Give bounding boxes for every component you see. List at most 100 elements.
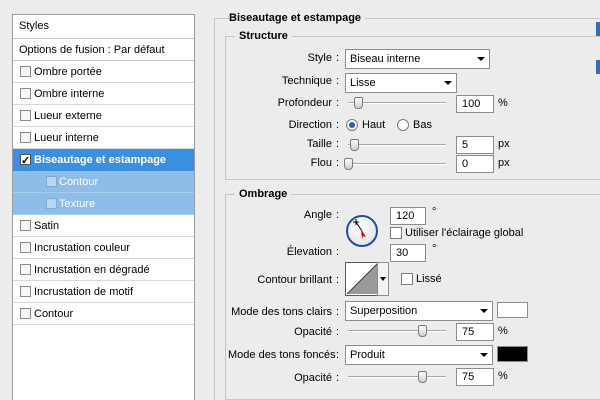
slider-thumb[interactable]	[417, 325, 427, 337]
flou-input[interactable]: 0	[456, 155, 494, 173]
contour-curve-icon	[346, 263, 378, 295]
style-item[interactable]: Ombre interne	[13, 83, 194, 105]
style-item[interactable]: Satin	[13, 215, 194, 237]
taille-label: Taille	[306, 138, 332, 150]
style-item-checkbox[interactable]	[20, 110, 31, 121]
style-item-checkbox[interactable]	[20, 88, 31, 99]
label-colon: :	[336, 306, 340, 318]
highlight-opacity-slider[interactable]	[348, 325, 446, 337]
main-group-border-left	[214, 18, 215, 400]
gloss-contour-preview[interactable]	[345, 262, 379, 296]
angle-input[interactable]: 120	[390, 207, 426, 225]
direction-bas-radio[interactable]	[397, 119, 409, 131]
style-item-checkbox[interactable]	[20, 286, 31, 297]
highlight-mode-select[interactable]: Superposition	[345, 301, 493, 321]
style-item-checkbox[interactable]	[20, 264, 31, 275]
style-item-label: Ombre interne	[34, 88, 105, 100]
slider-thumb[interactable]	[417, 371, 427, 383]
slider-thumb[interactable]	[353, 97, 363, 109]
style-item[interactable]: Contour	[13, 303, 194, 325]
gloss-contour-label: Contour brillant	[257, 274, 332, 286]
shadow-opacity-label: Opacité	[294, 372, 332, 384]
blending-options-item[interactable]: Options de fusion : Par défaut	[13, 39, 194, 61]
style-item-checkbox[interactable]	[20, 242, 31, 253]
style-item-checkbox[interactable]	[20, 66, 31, 77]
label-colon: :	[336, 349, 340, 361]
label-colon: :	[336, 52, 340, 64]
direction-haut-radio[interactable]	[346, 119, 358, 131]
highlight-opacity-unit: %	[498, 325, 508, 337]
technique-select-value: Lisse	[350, 77, 376, 89]
style-item-label: Texture	[59, 198, 96, 210]
elevation-input[interactable]: 30	[390, 244, 426, 262]
style-item-label: Incrustation de motif	[34, 286, 134, 298]
label-colon: :	[336, 372, 340, 384]
direction-label: Direction	[288, 119, 332, 131]
style-item-label: Biseautage et estampage	[34, 154, 167, 166]
direction-bas-label: Bas	[413, 119, 432, 131]
highlight-mode-value: Superposition	[350, 305, 418, 317]
slider-track	[348, 144, 446, 146]
style-item-checkbox[interactable]	[20, 132, 31, 143]
label-colon: :	[336, 326, 340, 338]
taille-input[interactable]: 5	[456, 136, 494, 154]
style-item[interactable]: Biseautage et estampage	[13, 149, 194, 172]
style-item-checkbox[interactable]	[46, 198, 57, 209]
style-item-checkbox[interactable]	[20, 220, 31, 231]
label-colon: :	[336, 274, 340, 286]
chevron-down-icon	[480, 309, 488, 313]
flou-slider[interactable]	[344, 158, 446, 170]
shadow-opacity-unit: %	[498, 370, 508, 382]
slider-thumb[interactable]	[344, 158, 353, 170]
style-item[interactable]: Lueur interne	[13, 127, 194, 149]
styles-header[interactable]: Styles	[13, 15, 194, 39]
ombrage-title: Ombrage	[235, 188, 292, 200]
style-select-value: Biseau interne	[350, 53, 421, 65]
style-item-label: Incrustation en dégradé	[34, 264, 150, 276]
gloss-contour-dropdown[interactable]	[377, 262, 389, 296]
shadow-opacity-slider[interactable]	[348, 371, 446, 383]
taille-unit: px	[498, 138, 510, 150]
lisse-checkbox[interactable]	[401, 273, 413, 285]
label-colon: :	[336, 138, 340, 150]
angle-unit: °	[432, 206, 437, 218]
shadow-mode-select[interactable]: Produit	[345, 345, 493, 365]
style-item[interactable]: Texture	[13, 193, 194, 215]
slider-thumb[interactable]	[349, 139, 359, 151]
angle-label: Angle	[303, 209, 332, 221]
window-edge-accent	[596, 22, 600, 36]
highlight-color-swatch[interactable]	[497, 302, 528, 318]
style-item-checkbox[interactable]	[20, 308, 31, 319]
label-colon: :	[336, 246, 340, 258]
shadow-mode-label: Mode des tons foncés	[228, 349, 336, 361]
style-item[interactable]: Ombre portée	[13, 61, 194, 83]
highlight-opacity-input[interactable]: 75	[456, 323, 494, 341]
angle-dial[interactable]	[346, 215, 378, 247]
technique-select[interactable]: Lisse	[345, 73, 457, 93]
style-item-checkbox[interactable]	[46, 176, 57, 187]
chevron-down-icon	[480, 353, 488, 357]
style-item[interactable]: Incrustation en dégradé	[13, 259, 194, 281]
style-item[interactable]: Lueur externe	[13, 105, 194, 127]
elevation-unit: °	[432, 243, 437, 255]
style-item-checkbox[interactable]	[20, 150, 31, 172]
profondeur-slider[interactable]	[348, 97, 446, 109]
highlight-mode-label: Mode des tons clairs	[231, 306, 332, 318]
profondeur-input[interactable]: 100	[456, 95, 494, 113]
direction-haut-label: Haut	[362, 119, 386, 131]
profondeur-label: Profondeur	[277, 97, 332, 109]
style-item[interactable]: Incrustation couleur	[13, 237, 194, 259]
label-colon: :	[336, 209, 340, 221]
shadow-opacity-input[interactable]: 75	[456, 368, 494, 386]
shadow-color-swatch[interactable]	[497, 346, 528, 362]
taille-slider[interactable]	[348, 139, 446, 151]
style-item[interactable]: Incrustation de motif	[13, 281, 194, 303]
style-select[interactable]: Biseau interne	[345, 49, 490, 69]
highlight-opacity-label: Opacité	[294, 326, 332, 338]
global-light-checkbox[interactable]	[390, 227, 402, 239]
profondeur-unit: %	[498, 97, 508, 109]
shadow-mode-value: Produit	[350, 349, 385, 361]
chevron-down-icon	[477, 57, 485, 61]
style-item[interactable]: Contour	[13, 171, 194, 193]
style-item-label: Contour	[34, 308, 74, 320]
